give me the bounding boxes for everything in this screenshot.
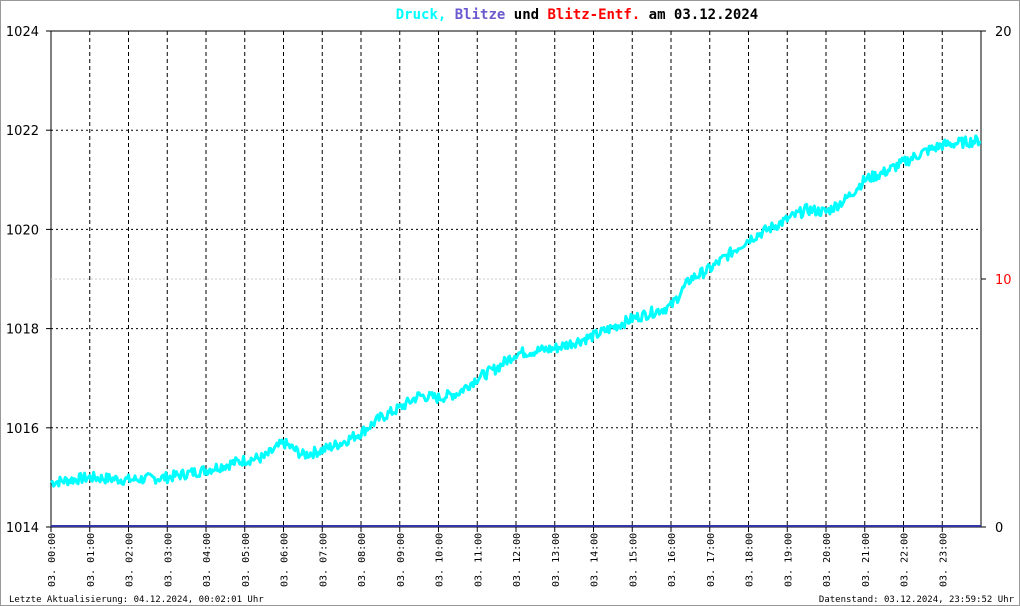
x-tick-label: 03. 09:00 [396, 533, 407, 587]
x-tick-label: 03. 16:00 [667, 533, 678, 587]
x-tick-label: 03. 02:00 [125, 533, 136, 587]
x-axis: 03. 00:00 03. 01:00 03. 02:00 03. 03:00 03. … [47, 527, 949, 587]
x-tick-label: 03. 10:00 [435, 533, 446, 587]
y-tick-label: 1018 [6, 323, 39, 338]
title-part: und [505, 7, 539, 23]
title-part: Blitz-Entf. [539, 7, 640, 23]
x-tick-label: 03. 18:00 [745, 533, 756, 587]
y-axis-right: 0 10 20 [981, 25, 1012, 536]
x-tick-label: 03. 11:00 [473, 533, 484, 587]
x-tick-label: 03. 06:00 [280, 533, 291, 587]
x-tick-label: 03. 22:00 [900, 533, 911, 587]
grid [50, 30, 982, 528]
x-tick-label: 03. 03:00 [163, 533, 174, 587]
x-tick-label: 03. 04:00 [202, 533, 213, 587]
y-right-tick-label: 0 [995, 521, 1003, 536]
x-tick-label: 03. 23:00 [938, 533, 949, 587]
y-tick-label: 1020 [6, 223, 39, 238]
title-part: Blitze [446, 7, 505, 23]
y-right-tick-label: 10 [995, 273, 1012, 288]
chart-title: Druck, Blitze und Blitz-Entf. am 03.12.2… [396, 7, 758, 23]
title-part: Druck, [396, 7, 447, 23]
y-tick-label: 1016 [6, 422, 39, 437]
y-tick-label: 1024 [6, 25, 39, 40]
x-tick-label: 03. 12:00 [512, 533, 523, 587]
title-part: am 03.12.2024 [640, 7, 758, 23]
y-axis-left: 1014 1016 1018 1020 1022 1024 [6, 25, 51, 536]
y-right-tick-label: 20 [995, 25, 1012, 40]
footer-last-update: Letzte Aktualisierung: 04.12.2024, 00:02… [9, 595, 264, 605]
x-tick-label: 03. 05:00 [241, 533, 252, 587]
y-tick-label: 1014 [6, 521, 39, 536]
chart-frame: Druck, Blitze und Blitz-Entf. am 03.12.2… [0, 0, 1020, 606]
x-tick-label: 03. 20:00 [822, 533, 833, 587]
x-tick-label: 03. 00:00 [47, 533, 58, 587]
x-tick-label: 03. 13:00 [551, 533, 562, 587]
x-tick-label: 03. 19:00 [783, 533, 794, 587]
y-tick-label: 1022 [6, 124, 39, 139]
x-tick-label: 03. 14:00 [590, 533, 601, 587]
x-tick-label: 03. 21:00 [861, 533, 872, 587]
x-tick-label: 03. 07:00 [318, 533, 329, 587]
x-tick-label: 03. 01:00 [86, 533, 97, 587]
x-tick-label: 03. 15:00 [628, 533, 639, 587]
footer-data-status: Datenstand: 03.12.2024, 23:59:52 Uhr [819, 595, 1015, 605]
x-tick-label: 03. 17:00 [706, 533, 717, 587]
x-tick-label: 03. 08:00 [357, 533, 368, 587]
pressure-chart: Druck, Blitze und Blitz-Entf. am 03.12.2… [6, 7, 1015, 605]
